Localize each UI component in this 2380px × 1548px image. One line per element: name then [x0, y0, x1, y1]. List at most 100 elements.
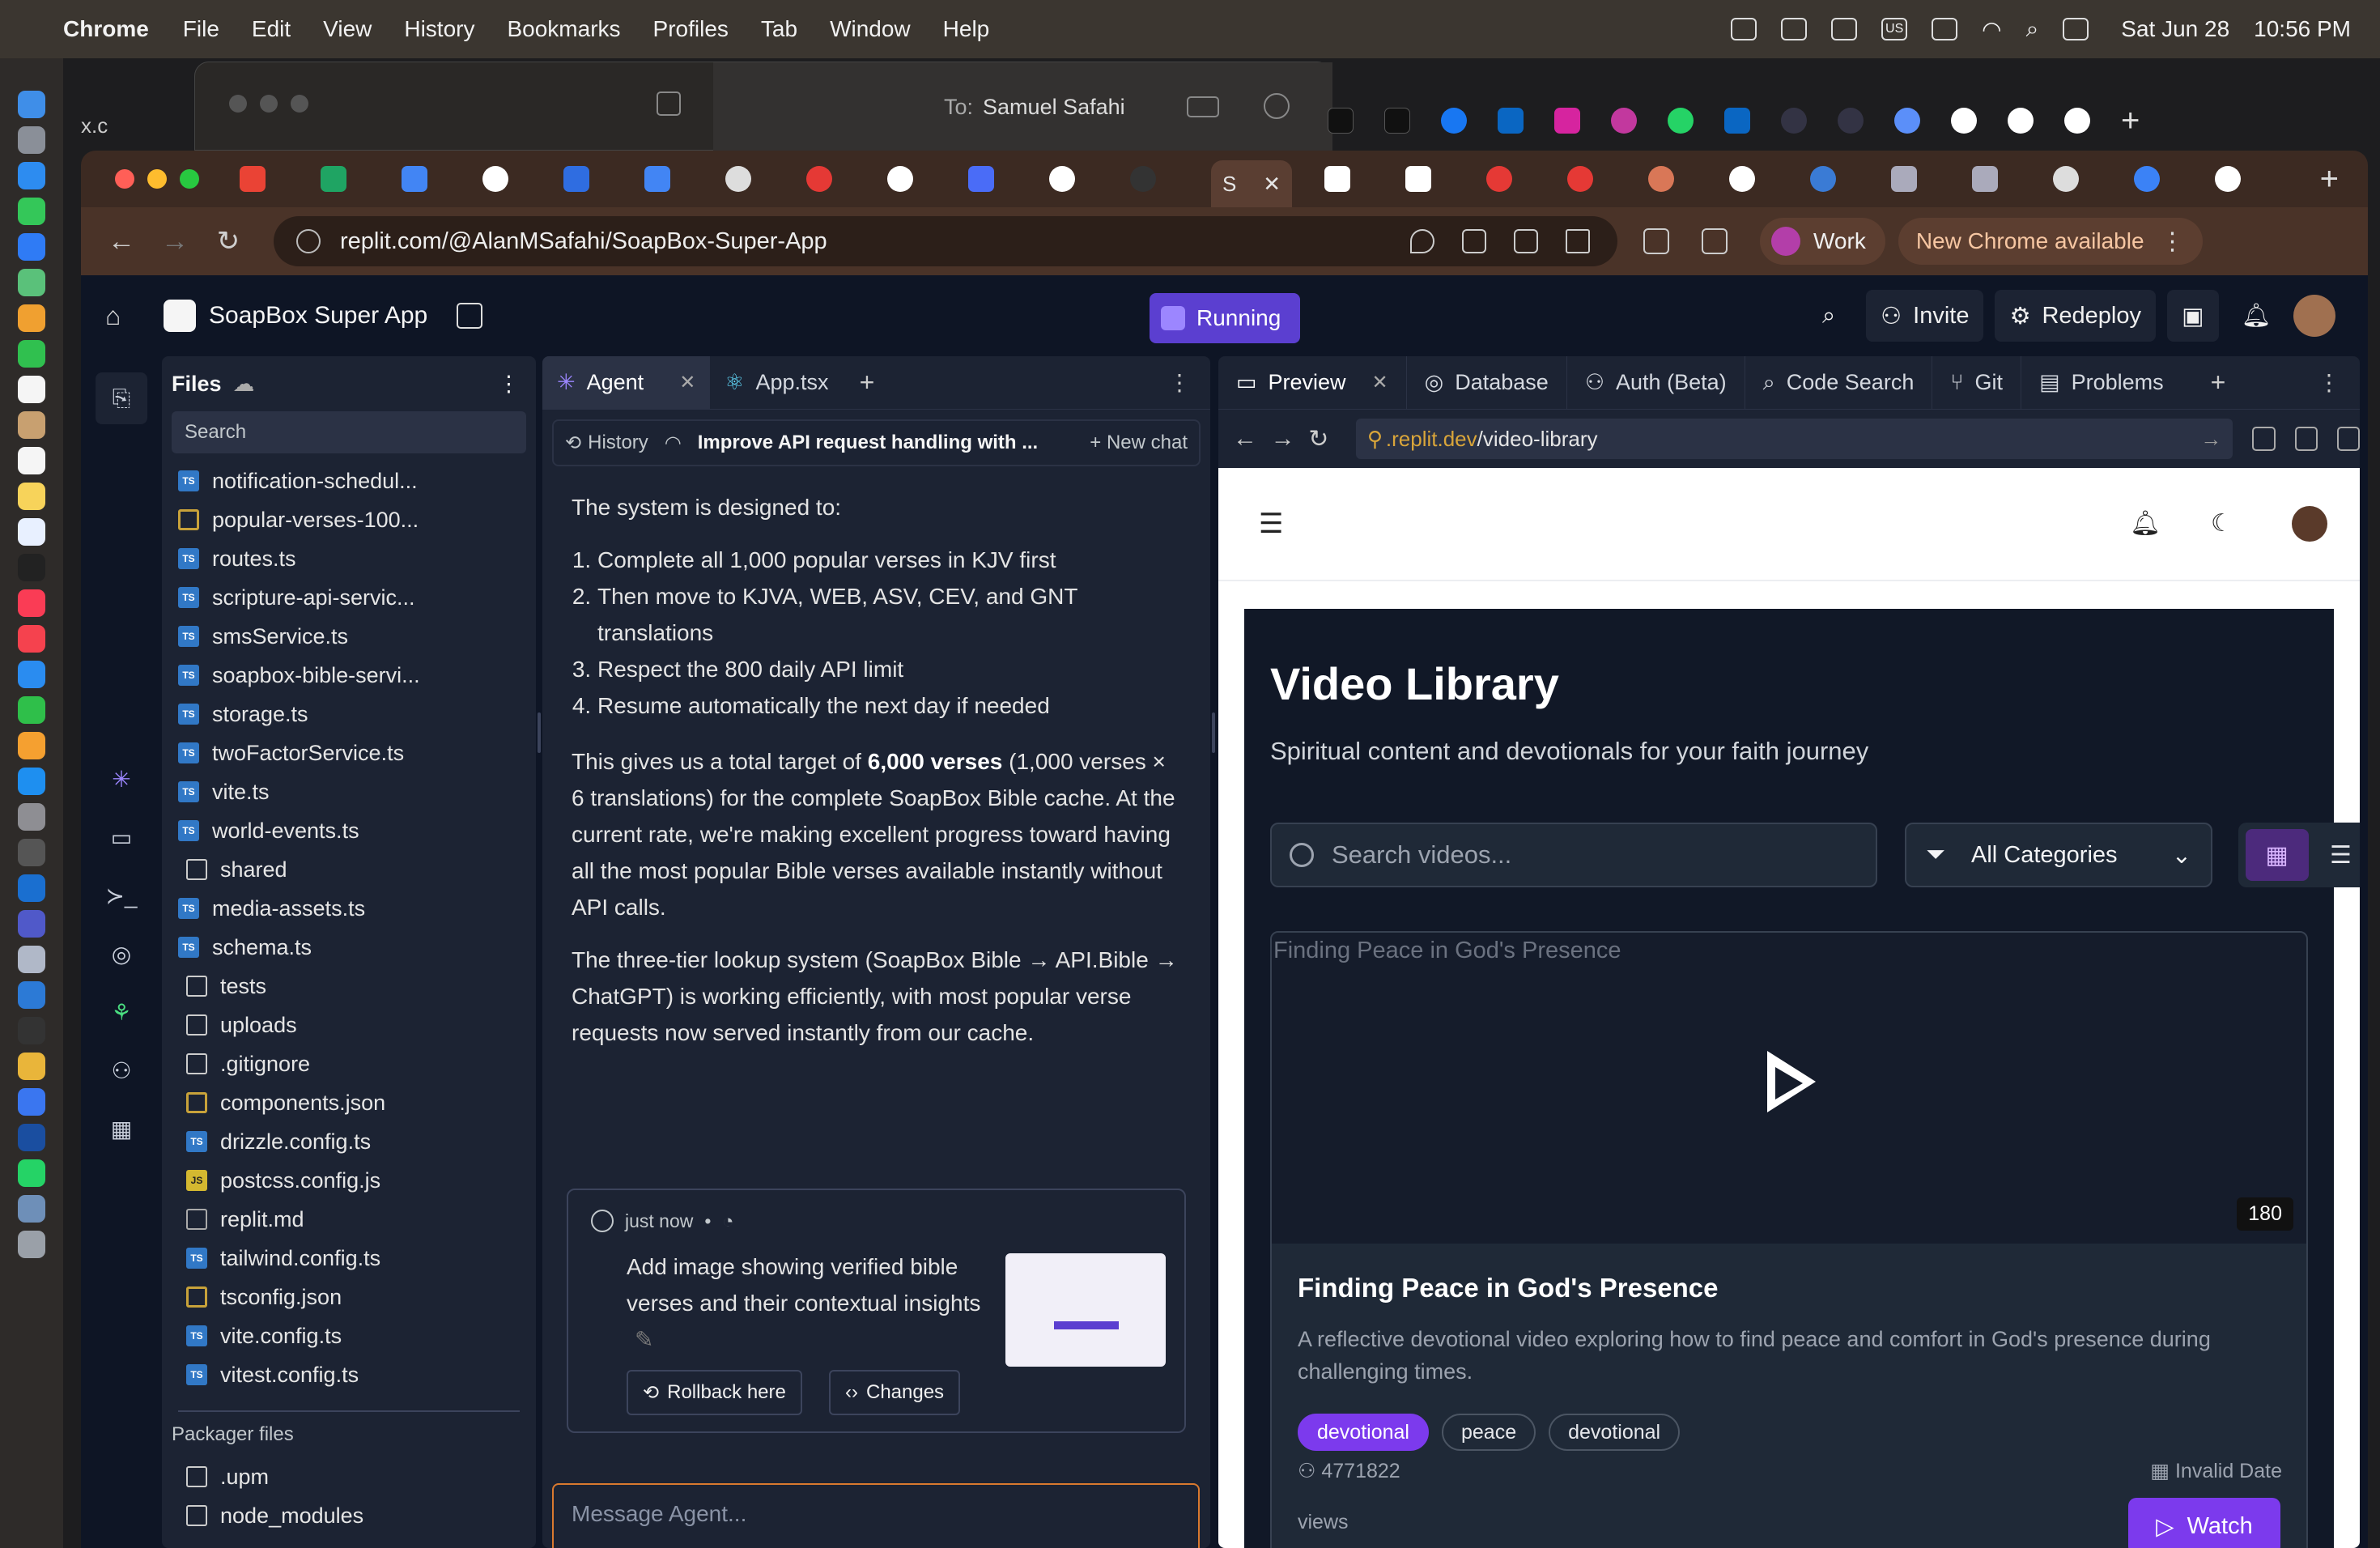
preview-url-field[interactable]: ⚲ .replit.dev /video-library → — [1355, 419, 2233, 459]
reload-button[interactable]: ↻ — [207, 225, 249, 257]
loading-tab-icon[interactable] — [1130, 166, 1156, 192]
k-tab-icon[interactable] — [1810, 166, 1836, 192]
file-item[interactable]: TS vitest.config.ts — [162, 1355, 536, 1394]
signal-icon[interactable] — [18, 1088, 45, 1116]
agent-tool-icon[interactable]: ✳ — [102, 759, 141, 798]
menu-profiles[interactable]: Profiles — [653, 16, 729, 42]
file-item[interactable]: TS vite.config.ts — [162, 1316, 536, 1355]
file-item[interactable]: TS routes.ts — [162, 539, 536, 578]
tab-git[interactable]: ⑂ Git — [1932, 356, 2021, 410]
console-tool-icon[interactable]: ▭ — [102, 818, 141, 857]
hexagon-tab-icon[interactable] — [563, 166, 589, 192]
minimize-window-button[interactable] — [260, 95, 278, 113]
invite-button[interactable]: ⚇ Invite — [1866, 290, 1984, 342]
files-menu-icon[interactable]: ⋮ — [498, 372, 520, 397]
compose-icon[interactable] — [657, 91, 681, 116]
file-item[interactable]: TS tailwind.config.ts — [162, 1239, 536, 1278]
tv-icon[interactable] — [18, 554, 45, 581]
file-item[interactable]: .gitignore — [162, 1044, 536, 1083]
category-select[interactable]: ⏷ All Categories ⌄ — [1905, 823, 2212, 887]
notes-icon[interactable] — [18, 483, 45, 510]
side-panel-icon[interactable] — [1702, 228, 1728, 254]
replit-tab-icon[interactable] — [1324, 166, 1350, 192]
devtools-icon[interactable] — [2294, 427, 2318, 451]
zoom-window-button[interactable] — [291, 95, 308, 113]
finder-icon[interactable] — [18, 91, 45, 118]
menu-time[interactable]: 10:56 PM — [2254, 16, 2351, 42]
music-icon[interactable] — [18, 589, 45, 617]
close-tab-icon[interactable]: ✕ — [1263, 172, 1281, 197]
tab-problems[interactable]: ▤ Problems — [2021, 356, 2182, 410]
docs-tab-icon[interactable] — [402, 166, 427, 192]
calendar-icon[interactable] — [18, 376, 45, 403]
freeform-icon[interactable] — [18, 518, 45, 546]
add-tab-button[interactable]: + — [2211, 368, 2226, 398]
password-manager-icon[interactable] — [1731, 18, 1757, 40]
notification-bell-icon[interactable]: 🔔︎ — [2130, 512, 2161, 536]
dark-mode-moon-icon[interactable]: ☾ — [2211, 512, 2235, 536]
messages-icon[interactable] — [18, 198, 45, 225]
red-tab-icon[interactable] — [1567, 166, 1593, 192]
user-avatar[interactable] — [2293, 295, 2335, 337]
key-icon[interactable] — [1462, 229, 1486, 253]
preview-reload-button[interactable]: ↻ — [1308, 425, 1346, 453]
menu-history[interactable]: History — [404, 16, 474, 42]
bookmark-star-icon[interactable] — [1566, 229, 1590, 253]
file-item[interactable]: popular-verses-100... — [162, 500, 536, 539]
deployment-menu-icon[interactable]: ▣ — [2167, 290, 2219, 342]
folder-item[interactable]: node_modules — [162, 1496, 536, 1535]
numbers-icon[interactable] — [18, 696, 45, 724]
checkpoint-screenshot[interactable] — [1005, 1253, 1166, 1367]
battery-icon[interactable] — [1932, 18, 1958, 40]
1password-icon[interactable] — [18, 1124, 45, 1151]
file-item[interactable]: TS smsService.ts — [162, 617, 536, 656]
blue-tab-icon[interactable] — [2134, 166, 2160, 192]
preview-back-button[interactable]: ← — [1233, 425, 1271, 453]
address-bar-url[interactable]: replit.com/@AlanMSafahi/SoapBox-Super-Ap… — [340, 228, 1410, 255]
location-icon[interactable] — [1410, 229, 1434, 253]
rollback-button[interactable]: ⟲ Rollback here — [627, 1370, 802, 1415]
history-button[interactable]: History — [588, 432, 648, 454]
active-tab[interactable]: S ✕ — [1211, 160, 1292, 207]
grid-view-icon[interactable]: ▦ — [2245, 829, 2309, 881]
file-item[interactable]: replit.md — [162, 1200, 536, 1239]
tag-chip[interactable]: peace — [1441, 1414, 1536, 1451]
teams-dock-icon[interactable] — [18, 910, 45, 938]
facebook-icon[interactable] — [1441, 108, 1467, 134]
shield-tab-icon[interactable] — [1972, 166, 1998, 192]
list-view-icon[interactable]: ☰ — [2310, 829, 2361, 881]
google-tab-icon[interactable] — [2215, 166, 2241, 192]
file-item[interactable]: JS postcss.config.js — [162, 1161, 536, 1200]
pane-menu-icon[interactable]: ⋮ — [1168, 369, 1191, 396]
background-tab-label[interactable]: x.c — [81, 113, 108, 138]
site-user-avatar[interactable] — [2292, 506, 2327, 542]
linkedin-icon[interactable] — [1498, 108, 1524, 134]
add-tab-button[interactable]: + — [860, 368, 875, 398]
device-preview-icon[interactable] — [2252, 427, 2276, 451]
spotlight-search-icon[interactable]: ⌕ — [2026, 16, 2039, 43]
contacts-icon[interactable] — [18, 411, 45, 439]
menu-tab[interactable]: Tab — [761, 16, 797, 42]
database-tool-icon[interactable]: ◎ — [102, 934, 141, 973]
circle-app-icon[interactable] — [1894, 108, 1920, 134]
facetime-icon[interactable] — [18, 340, 45, 368]
back-button[interactable]: ← — [100, 226, 142, 257]
chrome-menu-icon[interactable]: ⋮ — [2161, 228, 2185, 256]
video-call-icon[interactable] — [1187, 96, 1219, 117]
car-tab-icon[interactable] — [968, 166, 994, 192]
keynote-icon[interactable] — [18, 661, 45, 688]
file-item[interactable]: TS vite.ts — [162, 772, 536, 811]
message-agent-input[interactable]: Message Agent... — [552, 1483, 1200, 1548]
chrome-icon[interactable] — [18, 1053, 45, 1080]
edit-pencil-icon[interactable]: ✎ — [635, 1327, 653, 1352]
recipient-field[interactable]: To: Samuel Safahi — [713, 62, 1332, 151]
x-app-icon[interactable] — [1384, 108, 1410, 134]
menu-file[interactable]: File — [183, 16, 219, 42]
shield-tab-icon[interactable] — [1891, 166, 1917, 192]
video-card[interactable]: Finding Peace in God's Presence 180 Find… — [1270, 931, 2308, 1548]
info-icon[interactable] — [1264, 93, 1290, 119]
control-center-icon[interactable] — [2063, 18, 2089, 40]
vscode-icon[interactable] — [18, 981, 45, 1009]
app-icon[interactable] — [1838, 108, 1864, 134]
menu-app-name[interactable]: Chrome — [63, 16, 149, 42]
